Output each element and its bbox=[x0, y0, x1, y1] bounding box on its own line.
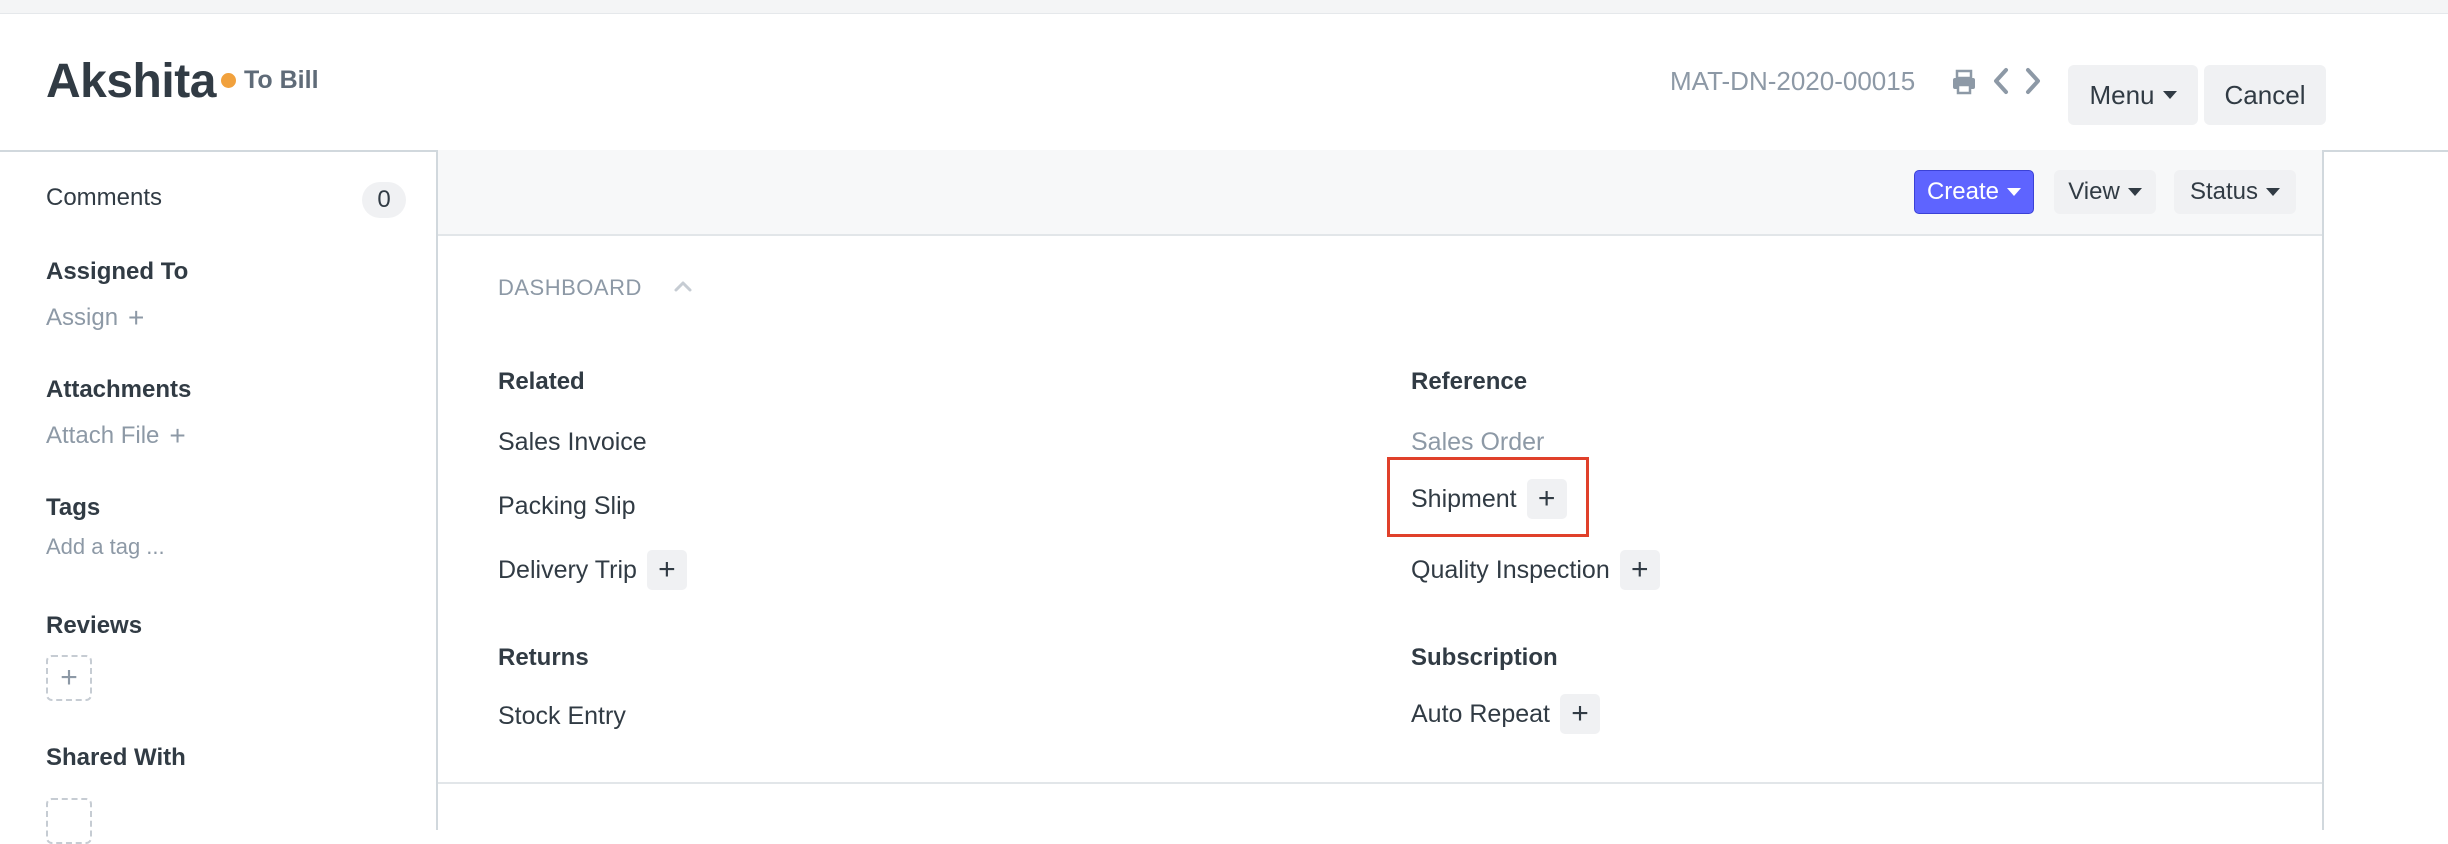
page-header: Akshita To Bill MAT-DN-2020-00015 Menu C… bbox=[0, 14, 2448, 152]
next-document-icon[interactable] bbox=[2024, 66, 2042, 96]
status-button[interactable]: Status bbox=[2174, 170, 2296, 214]
tags-heading: Tags bbox=[46, 494, 101, 521]
stock-entry-label: Stock Entry bbox=[498, 701, 626, 730]
print-icon[interactable] bbox=[1950, 68, 1978, 96]
page-title: Akshita bbox=[46, 55, 216, 108]
panel-divider bbox=[438, 782, 2322, 784]
add-tag-input[interactable]: Add a tag ... bbox=[46, 534, 165, 560]
caret-down-icon bbox=[2127, 188, 2142, 196]
status-indicator-dot bbox=[221, 73, 236, 88]
document-name: MAT-DN-2020-00015 bbox=[1670, 66, 1916, 96]
plus-icon: + bbox=[169, 420, 186, 451]
shared-with-heading: Shared With bbox=[46, 744, 186, 771]
attach-file-link[interactable]: Attach File + bbox=[46, 420, 186, 452]
menu-button[interactable]: Menu bbox=[2068, 65, 2198, 125]
caret-down-icon bbox=[2266, 188, 2281, 196]
plus-icon: + bbox=[658, 553, 676, 586]
quality-inspection-link[interactable]: Quality Inspection + bbox=[1411, 547, 1660, 593]
related-heading: Related bbox=[498, 368, 585, 395]
comments-count-badge: 0 bbox=[362, 182, 406, 218]
highlight-box bbox=[1387, 457, 1589, 537]
stock-entry-link[interactable]: Stock Entry bbox=[498, 696, 626, 736]
create-button-label: Create bbox=[1926, 178, 2000, 205]
status-badge: To Bill bbox=[244, 66, 319, 94]
delivery-trip-link[interactable]: Delivery Trip + bbox=[498, 547, 687, 593]
cancel-button[interactable]: Cancel bbox=[2204, 65, 2326, 125]
subscription-heading: Subscription bbox=[1411, 644, 1558, 671]
sales-invoice-link[interactable]: Sales Invoice bbox=[498, 422, 647, 462]
status-button-label: Status bbox=[2189, 178, 2259, 205]
attachments-heading: Attachments bbox=[46, 376, 192, 403]
reviews-heading: Reviews bbox=[46, 612, 143, 639]
form-main-panel: Create View Status DASHBOARD Related Sal… bbox=[436, 150, 2324, 830]
comments-label[interactable]: Comments bbox=[46, 184, 162, 212]
view-button-label: View bbox=[2068, 178, 2120, 205]
form-sidebar: Comments 0 Assigned To Assign + Attachmen… bbox=[0, 152, 436, 844]
delivery-trip-label: Delivery Trip bbox=[498, 555, 637, 584]
add-quality-inspection-button[interactable]: + bbox=[1619, 550, 1660, 590]
assign-link[interactable]: Assign + bbox=[46, 302, 144, 334]
auto-repeat-link[interactable]: Auto Repeat + bbox=[1411, 691, 1600, 737]
plus-icon: + bbox=[128, 302, 145, 333]
packing-slip-label: Packing Slip bbox=[498, 491, 636, 520]
add-review-button[interactable]: + bbox=[46, 655, 92, 701]
previous-document-icon[interactable] bbox=[1992, 66, 2010, 96]
quality-inspection-label: Quality Inspection bbox=[1411, 555, 1610, 584]
create-button[interactable]: Create bbox=[1914, 170, 2034, 214]
returns-heading: Returns bbox=[498, 644, 589, 671]
caret-down-icon bbox=[2162, 91, 2177, 99]
sales-invoice-label: Sales Invoice bbox=[498, 427, 647, 456]
view-button[interactable]: View bbox=[2054, 170, 2156, 214]
packing-slip-link[interactable]: Packing Slip bbox=[498, 486, 636, 526]
caret-down-icon bbox=[2007, 188, 2022, 196]
form-toolbar: Create View Status bbox=[438, 150, 2322, 236]
menu-button-label: Menu bbox=[2089, 79, 2155, 110]
sales-order-label: Sales Order bbox=[1411, 427, 1545, 456]
add-delivery-trip-button[interactable]: + bbox=[646, 550, 687, 590]
reference-heading: Reference bbox=[1411, 368, 1528, 395]
add-auto-repeat-button[interactable]: + bbox=[1560, 694, 1600, 734]
sales-order-link[interactable]: Sales Order bbox=[1411, 422, 1544, 462]
top-strip bbox=[0, 0, 2448, 14]
auto-repeat-label: Auto Repeat bbox=[1411, 699, 1550, 728]
assign-label: Assign bbox=[46, 304, 119, 331]
cancel-button-label: Cancel bbox=[2224, 79, 2306, 110]
add-share-button[interactable] bbox=[46, 798, 92, 844]
chevron-up-icon[interactable] bbox=[672, 276, 694, 296]
dashboard-title[interactable]: DASHBOARD bbox=[498, 275, 642, 301]
assigned-to-heading: Assigned To bbox=[46, 258, 189, 285]
plus-icon: + bbox=[1630, 553, 1649, 586]
plus-icon: + bbox=[1571, 697, 1589, 730]
attach-file-label: Attach File bbox=[46, 422, 160, 449]
plus-icon: + bbox=[60, 661, 78, 694]
